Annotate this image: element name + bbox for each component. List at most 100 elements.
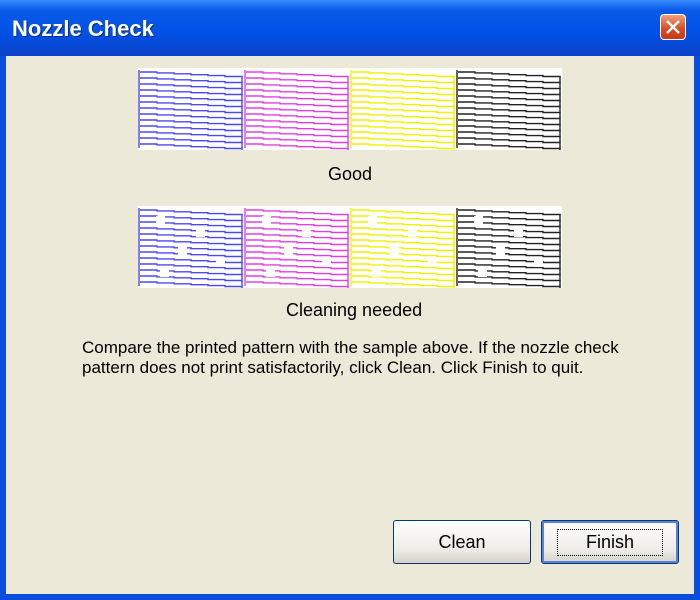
nozzle-line <box>352 71 455 78</box>
bad-pattern-sample <box>138 206 562 288</box>
nozzle-line <box>458 83 561 90</box>
nozzle-line <box>458 275 561 282</box>
nozzle-line <box>246 221 349 228</box>
nozzle-gap <box>368 216 377 225</box>
nozzle-line <box>246 239 349 246</box>
nozzle-line <box>140 89 243 96</box>
nozzle-line <box>246 215 349 222</box>
nozzle-line <box>246 263 349 270</box>
nozzle-line <box>246 101 349 108</box>
nozzle-line <box>246 113 349 120</box>
nozzle-line <box>352 221 455 228</box>
nozzle-line <box>140 125 243 132</box>
good-caption: Good <box>328 164 373 184</box>
nozzle-line <box>140 281 243 288</box>
nozzle-gap <box>216 258 225 267</box>
nozzle-line <box>352 209 455 216</box>
nozzle-line <box>352 101 455 108</box>
nozzle-line <box>352 137 455 144</box>
nozzle-line <box>458 77 561 84</box>
nozzle-line <box>140 221 243 228</box>
instructions-text: Compare the printed pattern with the sam… <box>82 338 619 377</box>
nozzle-line <box>140 131 243 138</box>
finish-button[interactable]: Finish <box>541 520 679 564</box>
nozzle-gap <box>534 258 543 267</box>
nozzle-line <box>352 251 455 258</box>
close-icon <box>666 20 680 34</box>
nozzle-line <box>140 113 243 120</box>
nozzle-line <box>246 251 349 258</box>
good-pattern-sample <box>138 68 562 150</box>
nozzle-line <box>458 239 561 246</box>
nozzle-line <box>458 125 561 132</box>
nozzle-line <box>140 107 243 114</box>
close-button[interactable] <box>660 14 686 40</box>
nozzle-line <box>246 125 349 132</box>
nozzle-line <box>140 227 243 234</box>
nozzle-line <box>140 209 243 216</box>
nozzle-line <box>352 281 455 288</box>
nozzle-gap <box>262 216 271 225</box>
nozzle-line <box>352 95 455 102</box>
nozzle-gap <box>390 246 399 255</box>
nozzle-line <box>140 137 243 144</box>
nozzle-gap <box>496 246 505 255</box>
nozzle-line <box>140 251 243 258</box>
nozzle-line <box>246 89 349 96</box>
nozzle-line <box>352 107 455 114</box>
clean-button-label: Clean <box>438 531 486 552</box>
nozzle-gap <box>474 216 483 225</box>
nozzle-line <box>140 83 243 90</box>
finish-button-label: Finish <box>556 528 664 556</box>
nozzle-line <box>458 131 561 138</box>
nozzle-line <box>458 221 561 228</box>
nozzle-line <box>140 101 243 108</box>
nozzle-line <box>458 215 561 222</box>
nozzle-line <box>246 227 349 234</box>
nozzle-line <box>140 275 243 282</box>
nozzle-line <box>352 275 455 282</box>
nozzle-line <box>352 113 455 120</box>
nozzle-gap <box>284 246 293 255</box>
nozzle-line <box>352 77 455 84</box>
nozzle-gap <box>478 268 487 277</box>
nozzle-line <box>246 107 349 114</box>
title-bar[interactable]: Nozzle Check <box>0 0 700 56</box>
nozzle-line <box>352 245 455 252</box>
nozzle-line <box>246 83 349 90</box>
nozzle-line <box>458 95 561 102</box>
nozzle-line <box>140 71 243 78</box>
nozzle-line <box>458 71 561 78</box>
nozzle-line <box>140 95 243 102</box>
nozzle-line <box>140 119 243 126</box>
nozzle-gap <box>178 246 187 255</box>
nozzle-line <box>246 233 349 240</box>
nozzle-gap <box>514 228 523 237</box>
nozzle-line <box>246 257 349 264</box>
nozzle-line <box>458 269 561 276</box>
nozzle-line <box>352 143 455 150</box>
nozzle-line <box>458 101 561 108</box>
nozzle-line <box>246 209 349 216</box>
nozzle-line <box>458 119 561 126</box>
nozzle-gap <box>266 268 275 277</box>
nozzle-line <box>246 71 349 78</box>
nozzle-line <box>458 233 561 240</box>
nozzle-line <box>352 89 455 96</box>
nozzle-line <box>458 89 561 96</box>
nozzle-line <box>246 269 349 276</box>
nozzle-line <box>246 137 349 144</box>
clean-button[interactable]: Clean <box>393 520 531 564</box>
nozzle-line <box>352 131 455 138</box>
nozzle-line <box>352 263 455 270</box>
nozzle-line <box>458 227 561 234</box>
nozzle-line <box>352 239 455 246</box>
nozzle-gap <box>372 268 381 277</box>
nozzle-gap <box>322 258 331 267</box>
nozzle-line <box>246 131 349 138</box>
nozzle-line <box>352 83 455 90</box>
nozzle-line <box>246 275 349 282</box>
nozzle-gap <box>428 258 437 267</box>
nozzle-gap <box>302 228 311 237</box>
nozzle-line <box>246 119 349 126</box>
